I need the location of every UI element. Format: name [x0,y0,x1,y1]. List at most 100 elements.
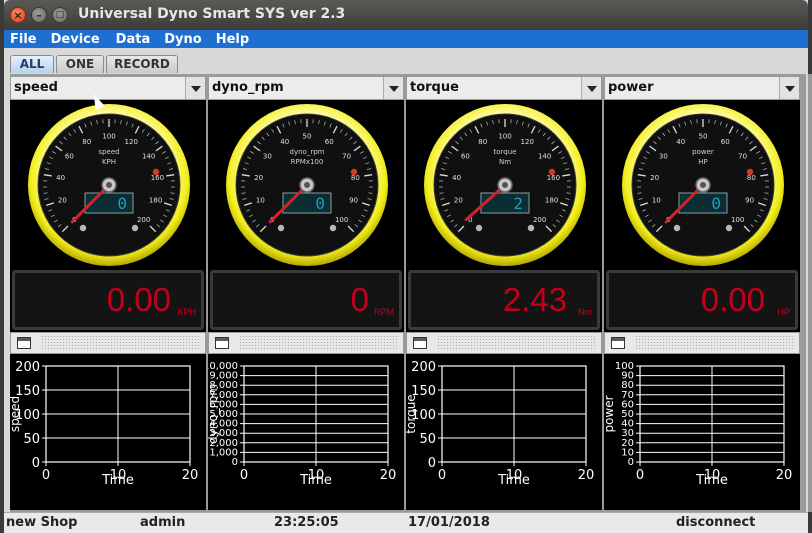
channel-select-value: power [608,80,654,95]
gauge-title: torque [494,148,517,156]
gauge-tick-label: 120 [521,138,534,146]
drag-handle[interactable] [41,335,201,351]
channel-select[interactable]: power [604,76,800,100]
power-chart: 01020304050607080901000 10 20Timepower [604,361,792,488]
gauge-tick-label: 90 [745,197,754,205]
dyno-rpm-gauge: 0102030405060708090100dyno_rpmRPMx1000 [226,104,388,266]
gauge-tick-label: 120 [125,138,138,146]
chart-y-tick-label: 0 [428,456,436,471]
power-gauge: 0102030405060708090100powerHP0 [622,104,784,266]
window-edge [808,74,812,512]
status-shop: new Shop [6,515,78,530]
chevron-down-icon[interactable] [779,77,799,99]
chart-y-tick-label: 50 [621,409,634,420]
chart-toolbar [208,332,404,354]
status-time: 23:25:05 [274,515,339,530]
speed-gauge: 020406080100120140160180200speedKPH0 [28,104,190,266]
gauge-tick-label: 20 [254,174,263,182]
drag-handle[interactable] [437,335,597,351]
channel-panel-speed: speed 020406080100120140160180200speedKP… [10,76,206,510]
gauge-tick-label: 160 [151,174,164,182]
gauge-title: dyno_rpm [290,148,325,156]
menu-help[interactable]: Help [216,32,249,47]
chart-x-axis-label: Time [497,473,530,488]
speed-chart: 0501001502000 10 20Timespeed [10,360,198,488]
chart-y-tick-label: 40 [621,419,634,430]
menu-bar: File Device Data Dyno Help [4,30,808,48]
chart-x-tick-label: 20 [578,468,595,483]
chart-y-tick-label: 70 [621,390,634,401]
chart-y-tick-label: 10 [621,447,634,458]
chart-x-axis-label: Time [299,473,332,488]
chart-y-tick-label: 0 [232,457,238,468]
channel-select[interactable]: speed [10,76,206,100]
readout-value: 2.43 [502,281,567,318]
chart-x-axis-label: Time [695,473,728,488]
gauge-tick-label: 10 [256,197,265,205]
gauge-unit: RPMx100 [291,158,324,166]
gauge-hub-center [502,182,508,188]
window-icon[interactable] [413,337,427,349]
gauge-tick-label: 60 [65,153,74,161]
chart-y-tick-label: 1,000 [209,447,238,458]
menu-dyno[interactable]: Dyno [164,32,201,47]
status-connection[interactable]: disconnect [676,515,755,530]
channel-select[interactable]: torque [406,76,602,100]
chart-y-axis-label: dyno_rpm [208,384,220,444]
gauge-tick-label: 40 [280,138,289,146]
tab-record[interactable]: RECORD [106,55,178,73]
dyno-rpm-readout: 0 RPM [210,270,402,330]
readout-unit: Nm [578,307,592,317]
chart-y-tick-label: 60 [621,399,634,410]
chart-y-tick-label: 50 [23,432,40,447]
channel-select[interactable]: dyno_rpm [208,76,404,100]
torque-gauge: 020406080100120140160180200torqueNm2 [424,104,586,266]
chart-x-tick-label: 0 [240,468,248,483]
tab-all[interactable]: ALL [10,55,54,73]
gauge-tick-label: 80 [351,174,360,182]
gauge-indicator-lamp [277,224,285,232]
app-window: × – □ Universal Dyno Smart SYS ver 2.3 F… [4,0,808,533]
gauge-indicator-lamp [131,224,139,232]
gauge-indicator-lamp [673,224,681,232]
drag-handle[interactable] [239,335,399,351]
gauge-tick-label: 80 [747,174,756,182]
tab-one[interactable]: ONE [56,55,104,73]
gauge-tick-label: 90 [349,197,358,205]
menu-data[interactable]: Data [116,32,151,47]
chart-y-tick-label: 90 [621,371,634,382]
maximize-window-button[interactable]: □ [52,7,68,23]
gauge-tick-label: 60 [461,153,470,161]
menu-file[interactable]: File [10,32,37,47]
gauge-tick-label: 100 [102,133,115,141]
minimize-window-button[interactable]: – [31,7,47,23]
chart-x-tick-label: 0 [636,468,644,483]
speed-readout: 0.00 KPH [12,270,204,330]
chevron-down-icon[interactable] [383,77,403,99]
chevron-down-icon[interactable] [185,77,205,99]
gauge-tick-label: 160 [547,174,560,182]
readout-value: 0.00 [700,281,765,318]
window-icon[interactable] [215,337,229,349]
menu-device[interactable]: Device [51,32,100,47]
close-window-button[interactable]: × [10,7,26,23]
gauge-indicator-lamp [79,224,87,232]
gauge-indicator-lamp [725,224,733,232]
channel-panel-dyno-rpm: dyno_rpm 0 10 20 30 40 50 60 70 80 90 100 dyno_rpm R… [208,76,404,510]
channel-select-value: torque [410,80,459,95]
window-icon[interactable] [17,337,31,349]
chart-y-tick-label: 100 [615,361,634,372]
chart-x-axis-label: Time [101,473,134,488]
gauge-tick-label: 40 [56,174,65,182]
gauge-title: speed [98,148,119,156]
gauge-tick-label: 200 [533,216,546,224]
chevron-down-icon[interactable] [581,77,601,99]
gauge-indicator-lamp [329,224,337,232]
drag-handle[interactable] [635,335,795,351]
window-icon[interactable] [611,337,625,349]
gauge-unit: KPH [102,158,116,166]
gauge-tick-label: 180 [545,197,558,205]
chart-toolbar [10,332,206,354]
chart-y-axis-label: power [604,395,616,432]
gauge-lcd-value: 0 [315,194,325,213]
